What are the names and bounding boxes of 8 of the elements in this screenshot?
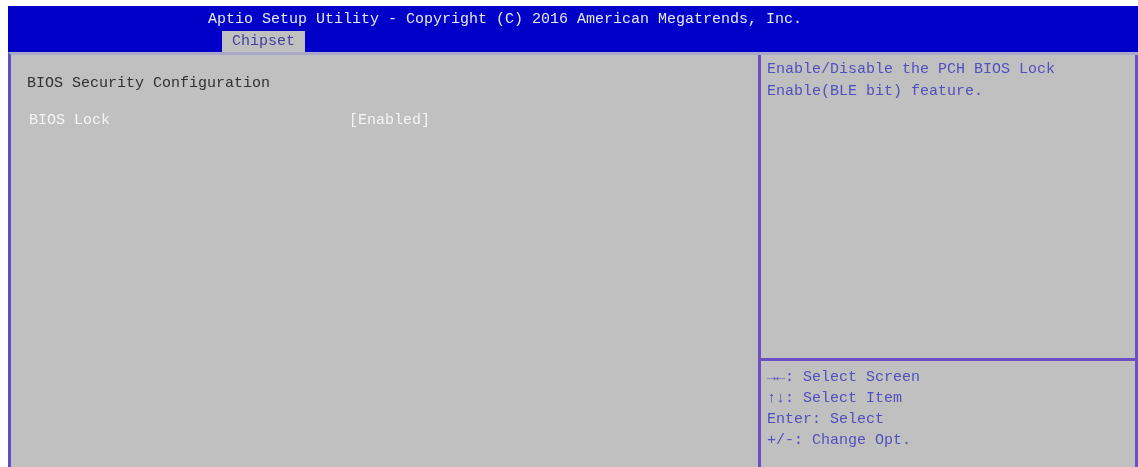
key-hint: Enter: Select (767, 410, 886, 430)
menu-tab[interactable]: Chipset (222, 31, 305, 52)
key-hint: →←: Select Screen (767, 368, 922, 388)
help-text: Enable/Disable the PCH BIOS Lock Enable(BLE bit) feature. (761, 55, 1135, 361)
key-hint: +/-: Change Opt. (767, 431, 913, 451)
section-heading: BIOS Security Configuration (27, 75, 272, 92)
key-hint: ↑↓: Select Item (767, 389, 904, 409)
window-title: Aptio Setup Utility - Copyright (C) 2016 American Megatrends, Inc. (208, 11, 803, 28)
